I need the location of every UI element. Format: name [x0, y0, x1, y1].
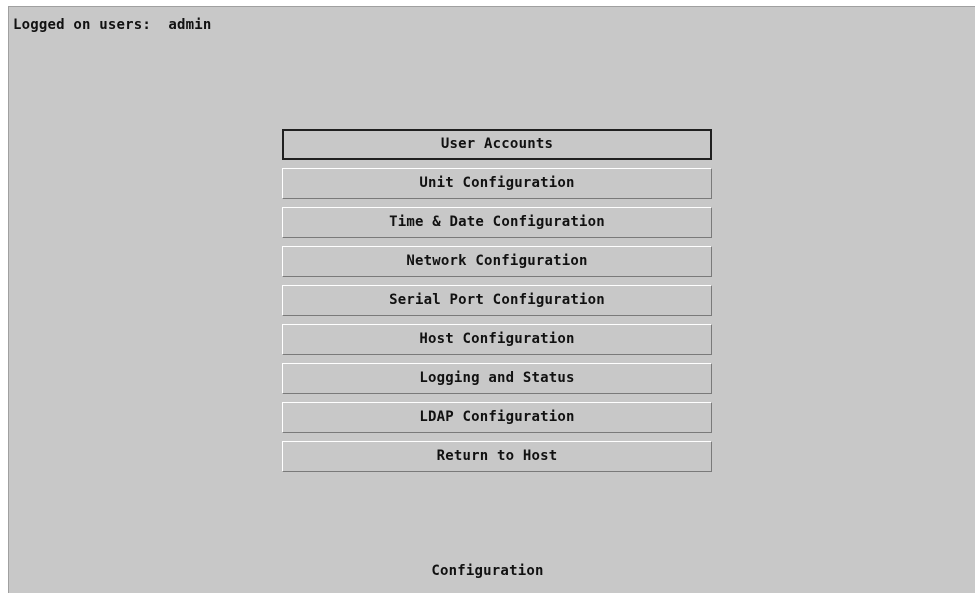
menu-item-user-accounts[interactable]: User Accounts — [282, 129, 712, 160]
menu-item-unit-configuration[interactable]: Unit Configuration — [282, 168, 712, 199]
menu-item-host-configuration[interactable]: Host Configuration — [282, 324, 712, 355]
menu-item-return-to-host[interactable]: Return to Host — [282, 441, 712, 472]
screen-title: Configuration — [431, 563, 544, 579]
configuration-screen: Logged on users: admin User Accounts Uni… — [8, 6, 975, 593]
menu-item-ldap-configuration[interactable]: LDAP Configuration — [282, 402, 712, 433]
menu-item-serial-port-configuration[interactable]: Serial Port Configuration — [282, 285, 712, 316]
menu-item-network-configuration[interactable]: Network Configuration — [282, 246, 712, 277]
configuration-menu: User Accounts Unit Configuration Time & … — [282, 129, 712, 480]
logged-on-users-label: Logged on users: admin — [13, 17, 212, 33]
menu-item-time-date-configuration[interactable]: Time & Date Configuration — [282, 207, 712, 238]
menu-item-logging-and-status[interactable]: Logging and Status — [282, 363, 712, 394]
